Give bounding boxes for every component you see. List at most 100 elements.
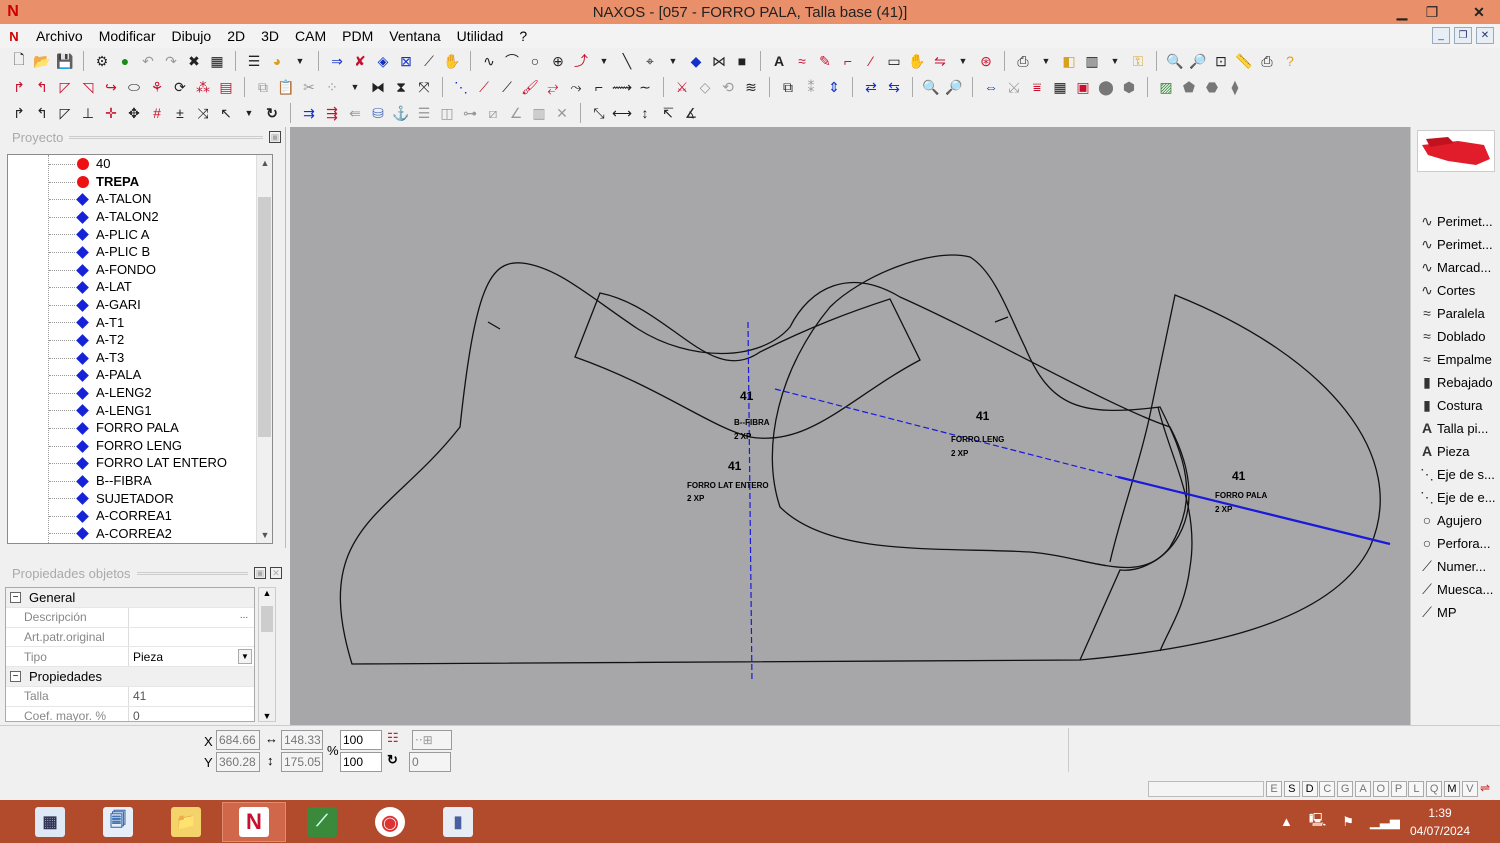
step-icon[interactable]: ⌐: [588, 76, 610, 98]
tool-axis-button[interactable]: ⋱ Eje de s...: [1417, 463, 1495, 485]
x-coord-field[interactable]: 684.66: [216, 730, 260, 750]
taskbar-cad-app[interactable]: ⟋: [290, 802, 354, 842]
status-toggle[interactable]: C: [1319, 781, 1336, 797]
refresh-icon[interactable]: ↻: [261, 102, 283, 124]
pen-icon[interactable]: ✎: [814, 50, 836, 72]
image-icon[interactable]: ▨: [1155, 76, 1177, 98]
split-panel-icon[interactable]: ◫: [436, 102, 458, 124]
x-icon[interactable]: ✕: [551, 102, 573, 124]
line-icon[interactable]: ╲: [616, 50, 638, 72]
taskbar-file-explorer[interactable]: 📁: [154, 802, 218, 842]
blob-icon[interactable]: ⬤: [1095, 76, 1117, 98]
y-coord-field[interactable]: 360.28: [216, 752, 260, 772]
diamond-outline-icon[interactable]: ◇: [694, 76, 716, 98]
menu-cam[interactable]: CAM: [287, 28, 334, 44]
drawing-canvas[interactable]: 41 B--FIBRA 2 XP 41 FORRO LAT ENTERO 2 X…: [290, 127, 1410, 725]
measure-icon[interactable]: ⟋: [418, 50, 440, 72]
dropdown-icon[interactable]: ▼: [593, 50, 615, 72]
scissors-curve-icon[interactable]: ⤨: [192, 102, 214, 124]
tool-curve-button[interactable]: ∿ Cortes: [1417, 279, 1475, 301]
cylinder-icon[interactable]: ⛁: [367, 102, 389, 124]
status-toggle[interactable]: V: [1461, 781, 1478, 797]
cluster-icon[interactable]: ⁂: [192, 76, 214, 98]
dropdown-icon[interactable]: ▼: [952, 50, 974, 72]
tool-curve-button[interactable]: ∿ Perimet...: [1417, 233, 1493, 255]
menu-pdm[interactable]: PDM: [334, 28, 381, 44]
notch-line-icon[interactable]: ⊥: [77, 102, 99, 124]
forward-icon[interactable]: ⇉: [298, 102, 320, 124]
tool-notch-button[interactable]: ⟋ Muesca...: [1417, 578, 1493, 600]
knife-icon[interactable]: ⚔: [671, 76, 693, 98]
grid-icon[interactable]: ▤: [215, 76, 237, 98]
shape-icon[interactable]: ⬟: [1178, 76, 1200, 98]
feather-icon[interactable]: ⁄: [860, 50, 882, 72]
triangle-icon[interactable]: ◸: [54, 76, 76, 98]
crosshair-icon[interactable]: ⊕: [547, 50, 569, 72]
signal-icon[interactable]: ▁▃▅: [1370, 814, 1400, 830]
magnifier-icon[interactable]: 🔍: [920, 76, 942, 98]
ruler-icon[interactable]: 📏: [1233, 50, 1255, 72]
pull-icon[interactable]: ⇚: [344, 102, 366, 124]
fit-piece-icon[interactable]: ⊠: [395, 50, 417, 72]
scroll-thumb[interactable]: [261, 606, 273, 632]
paste-icon[interactable]: 📋: [275, 76, 297, 98]
node-link-icon[interactable]: ⊶: [459, 102, 481, 124]
cross-red-icon[interactable]: ✛: [100, 102, 122, 124]
magnifier-b-icon[interactable]: 🔎: [943, 76, 965, 98]
status-toggle[interactable]: A: [1355, 781, 1371, 797]
tilde-icon[interactable]: ∼: [634, 76, 656, 98]
diagonal-measure-icon[interactable]: ⤡: [588, 102, 610, 124]
dash-line-icon[interactable]: ⋱: [450, 76, 472, 98]
offset-icon[interactable]: ⤳: [565, 76, 587, 98]
menu-ventana[interactable]: Ventana: [381, 28, 448, 44]
arc-icon[interactable]: ⌒: [501, 50, 523, 72]
document-icon[interactable]: N: [0, 29, 28, 44]
print-preview-icon[interactable]: ⎙: [1012, 50, 1034, 72]
doc-close-button[interactable]: ✕: [1476, 27, 1494, 44]
key-icon[interactable]: ⚿: [1127, 50, 1149, 72]
ellipse-icon[interactable]: ⬭: [123, 76, 145, 98]
status-toggle[interactable]: L: [1408, 781, 1425, 797]
shape-b-icon[interactable]: ⬣: [1201, 76, 1223, 98]
prop-row-descripcion[interactable]: Descripción ...: [6, 607, 254, 628]
up-down-icon[interactable]: ⇕: [823, 76, 845, 98]
cut-icon[interactable]: ✂: [298, 76, 320, 98]
new-file-icon[interactable]: 🗋: [8, 50, 30, 72]
columns-icon[interactable]: ▥: [1081, 50, 1103, 72]
properties-scrollbar[interactable]: ▲ ▼: [258, 587, 276, 722]
maximize-button[interactable]: ❐: [1414, 0, 1450, 24]
tool-text-button[interactable]: A Pieza: [1417, 440, 1470, 462]
taskbar-naxos[interactable]: N: [222, 802, 286, 842]
align-icon[interactable]: ⤩: [1003, 76, 1025, 98]
taskbar-chrome[interactable]: ◉: [358, 802, 422, 842]
flag-icon[interactable]: ⚑: [1342, 814, 1354, 830]
box-slash-icon[interactable]: ⧄: [482, 102, 504, 124]
split-icon[interactable]: ⤧: [413, 76, 435, 98]
menu-help[interactable]: ?: [511, 28, 535, 44]
open-folder-icon[interactable]: 📂: [31, 50, 53, 72]
table-icon[interactable]: ▦: [1049, 76, 1071, 98]
scroll-up-icon[interactable]: ▲: [259, 588, 275, 598]
dropdown-icon[interactable]: ▼: [1104, 50, 1126, 72]
brush-icon[interactable]: 🖌: [519, 76, 541, 98]
width-field[interactable]: 148.33: [281, 730, 323, 750]
collapse-icon[interactable]: −: [10, 591, 21, 603]
swap-icon[interactable]: ⇔: [980, 76, 1002, 98]
bars-icon[interactable]: ☰: [413, 102, 435, 124]
select-piece-icon[interactable]: ⇒: [326, 50, 348, 72]
close-button[interactable]: ✕: [1458, 0, 1500, 24]
transform-icon[interactable]: ⇋: [929, 50, 951, 72]
level-icon[interactable]: ⩸: [1026, 76, 1048, 98]
help-icon[interactable]: ?: [1279, 50, 1301, 72]
radius-icon[interactable]: ↸: [657, 102, 679, 124]
remove-piece-icon[interactable]: ✘: [349, 50, 371, 72]
hash-icon[interactable]: #: [146, 102, 168, 124]
browse-button[interactable]: ...: [236, 610, 252, 625]
scroll-thumb[interactable]: [258, 197, 271, 437]
path-icon[interactable]: ⋈: [708, 50, 730, 72]
corner-line-icon[interactable]: ↱: [8, 102, 30, 124]
corner-line-b-icon[interactable]: ↰: [31, 102, 53, 124]
status-toggle[interactable]: E: [1266, 781, 1282, 797]
menu-modificar[interactable]: Modificar: [91, 28, 164, 44]
plus-minus-icon[interactable]: ±: [169, 102, 191, 124]
